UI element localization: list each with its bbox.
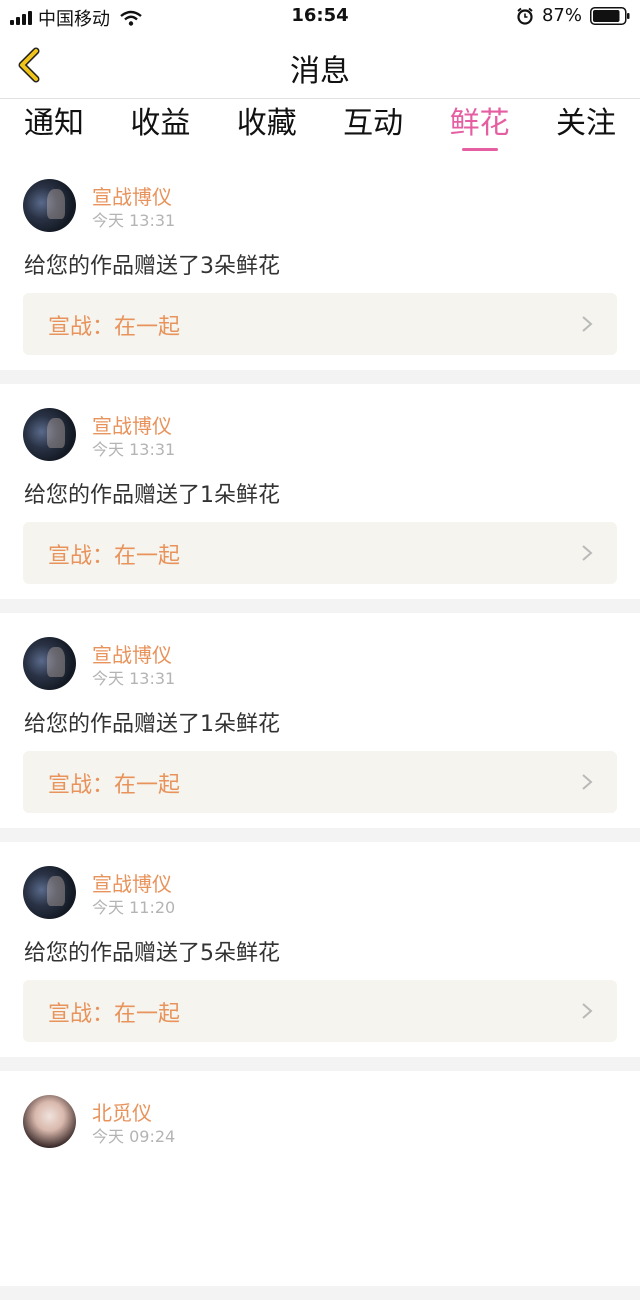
chevron-right-icon xyxy=(582,1003,593,1019)
battery-icon xyxy=(590,6,630,25)
notification-card: 宣战博仪 今天 13:31 给您的作品赠送了3朵鲜花 宣战：在一起 xyxy=(0,155,640,370)
notification-card: 宣战博仪 今天 13:31 给您的作品赠送了1朵鲜花 宣战：在一起 xyxy=(0,384,640,599)
alarm-icon xyxy=(517,7,533,25)
username[interactable]: 宣战博仪 xyxy=(92,868,172,897)
tab-following[interactable]: 关注 xyxy=(556,99,616,155)
username[interactable]: 宣战博仪 xyxy=(92,181,172,210)
notification-list: 宣战博仪 今天 13:31 给您的作品赠送了3朵鲜花 宣战：在一起 宣战博仪 今… xyxy=(0,155,640,1300)
page-title: 消息 xyxy=(290,54,350,89)
username[interactable]: 宣战博仪 xyxy=(92,410,172,439)
username[interactable]: 北觅仪 xyxy=(92,1097,152,1126)
signal-icon xyxy=(10,11,32,25)
username[interactable]: 宣战博仪 xyxy=(92,639,172,668)
chevron-right-icon xyxy=(582,774,593,790)
work-title: 宣战：在一起 xyxy=(48,315,181,340)
work-link[interactable]: 宣战：在一起 xyxy=(23,293,617,355)
timestamp: 今天 13:31 xyxy=(92,211,176,230)
chevron-right-icon xyxy=(582,316,593,332)
tab-flowers[interactable]: 鲜花 xyxy=(450,99,510,155)
timestamp: 今天 09:24 xyxy=(92,1127,176,1146)
avatar[interactable] xyxy=(23,637,76,690)
status-bar: 中国移动 16:54 87% xyxy=(0,0,640,32)
work-link[interactable]: 宣战：在一起 xyxy=(23,522,617,584)
tab-notifications[interactable]: 通知 xyxy=(24,99,84,155)
work-title: 宣战：在一起 xyxy=(48,773,181,798)
carrier-name: 中国移动 xyxy=(38,9,110,30)
avatar[interactable] xyxy=(23,179,76,232)
message-text: 给您的作品赠送了3朵鲜花 xyxy=(24,254,280,279)
chevron-right-icon xyxy=(582,545,593,561)
back-arrow-icon[interactable] xyxy=(14,46,44,84)
tab-bar: 通知 收益 收藏 互动 鲜花 关注 xyxy=(0,99,640,155)
message-text: 给您的作品赠送了1朵鲜花 xyxy=(24,483,280,508)
battery-percent: 87% xyxy=(541,5,582,26)
status-right: 87% xyxy=(516,5,630,26)
wifi-icon xyxy=(120,10,142,26)
tab-favorites[interactable]: 收藏 xyxy=(237,99,297,155)
message-text: 给您的作品赠送了1朵鲜花 xyxy=(24,712,280,737)
timestamp: 今天 13:31 xyxy=(92,440,176,459)
work-title: 宣战：在一起 xyxy=(48,1002,181,1027)
work-link[interactable]: 宣战：在一起 xyxy=(23,751,617,813)
active-tab-indicator xyxy=(461,148,498,151)
nav-bar: 消息 xyxy=(0,32,640,99)
tab-interactions[interactable]: 互动 xyxy=(343,99,403,155)
avatar[interactable] xyxy=(23,408,76,461)
message-text: 给您的作品赠送了5朵鲜花 xyxy=(24,941,280,966)
timestamp: 今天 13:31 xyxy=(92,669,176,688)
timestamp: 今天 11:20 xyxy=(92,898,176,917)
avatar[interactable] xyxy=(23,866,76,919)
work-link[interactable]: 宣战：在一起 xyxy=(23,980,617,1042)
notification-card: 宣战博仪 今天 11:20 给您的作品赠送了5朵鲜花 宣战：在一起 xyxy=(0,842,640,1057)
notification-card: 宣战博仪 今天 13:31 给您的作品赠送了1朵鲜花 宣战：在一起 xyxy=(0,613,640,828)
status-left: 中国移动 xyxy=(10,5,142,31)
notification-card: 北觅仪 今天 09:24 xyxy=(0,1071,640,1286)
work-title: 宣战：在一起 xyxy=(48,544,181,569)
avatar[interactable] xyxy=(23,1095,76,1148)
tab-earnings[interactable]: 收益 xyxy=(130,99,190,155)
